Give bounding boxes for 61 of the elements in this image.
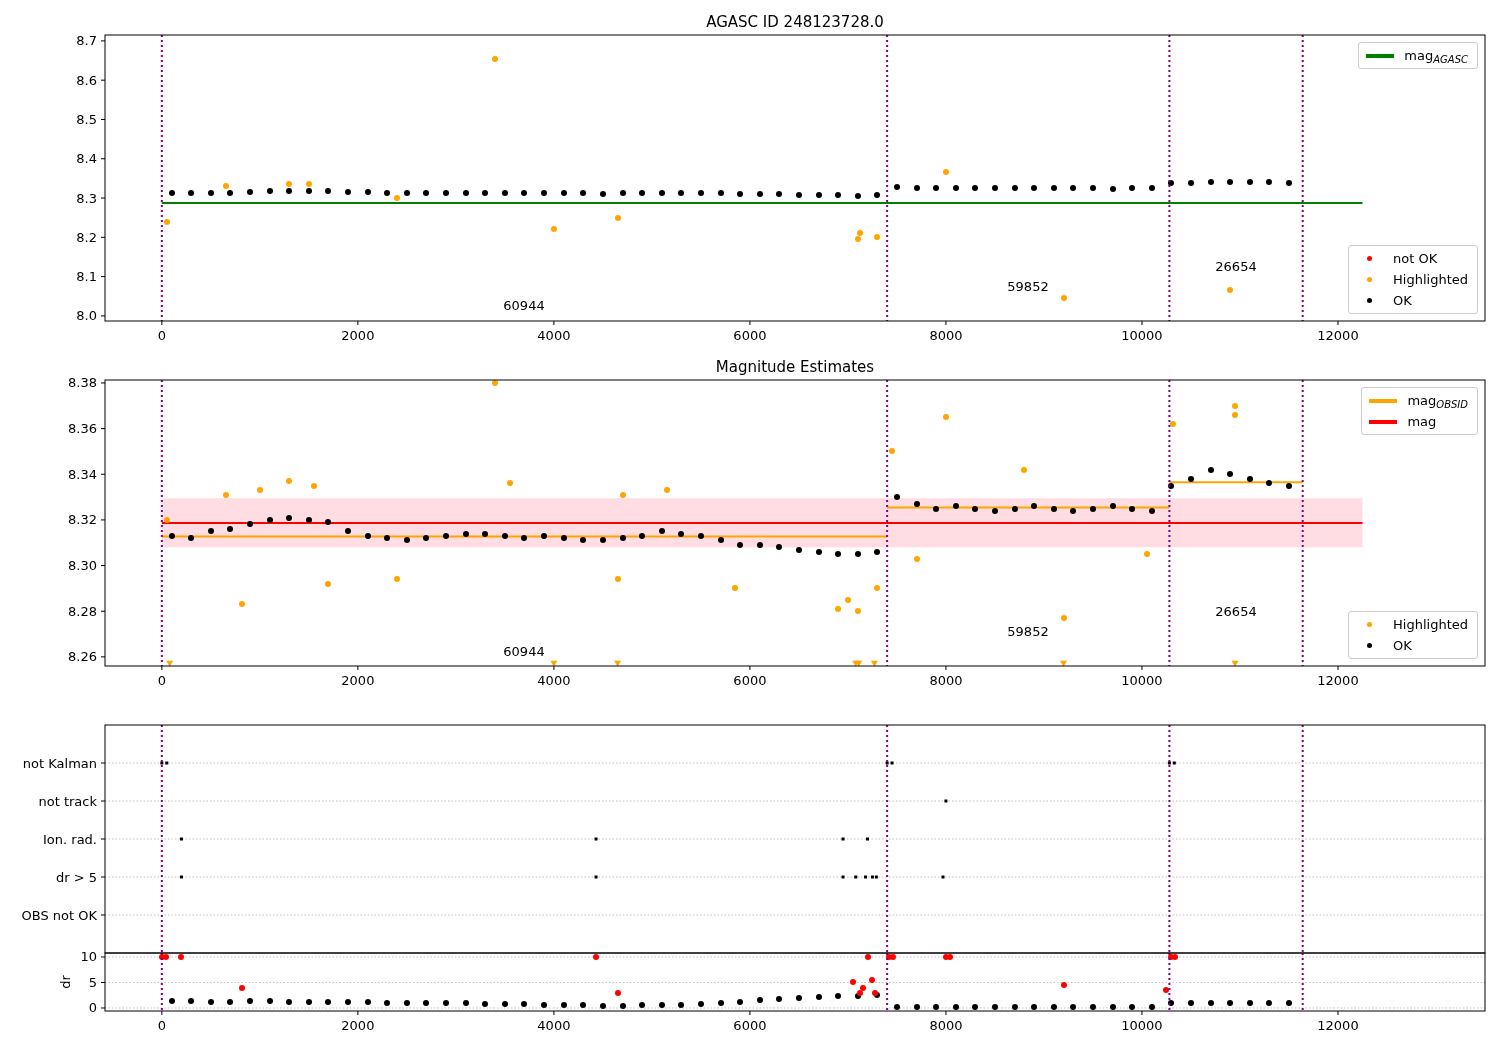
tick-label: 8.6 <box>76 72 97 88</box>
row-label: not track <box>38 793 97 809</box>
segment-label: 59852 <box>1007 279 1049 294</box>
tick-label: 8.36 <box>68 421 97 437</box>
chart-title: AGASC ID 248123728.0 <box>706 13 884 31</box>
tick-label: 10000 <box>1121 1018 1163 1033</box>
legend-label: Highlighted <box>1393 273 1469 286</box>
tick-label: 8000 <box>929 1018 963 1033</box>
tick-label: 0 <box>157 673 166 688</box>
tick-label: 2000 <box>341 328 375 343</box>
segment-label: 59852 <box>1007 624 1049 639</box>
tick-label: 4000 <box>537 673 571 688</box>
tick-label: 4000 <box>537 1018 571 1033</box>
tick-label: 8.0 <box>76 308 97 324</box>
tick-label: 2000 <box>341 673 375 688</box>
tick-label: 10000 <box>1121 328 1163 343</box>
legend-label: Highlighted <box>1393 618 1469 631</box>
legend-label: not OK <box>1393 252 1439 265</box>
tick-label: 0 <box>157 1018 166 1033</box>
tick-label: 0 <box>88 1000 97 1016</box>
legend-label: OK <box>1393 294 1413 307</box>
tick-label: 8.30 <box>68 558 97 574</box>
legend-label: mag <box>1407 415 1438 428</box>
tick-label: 8000 <box>929 328 963 343</box>
tick-label: 8.7 <box>76 33 97 49</box>
tick-label: 8.38 <box>68 375 97 391</box>
legend-label: mag$_{OBSID}$ <box>1407 394 1469 407</box>
tick-label: 8.2 <box>76 229 97 245</box>
segment-label: 26654 <box>1215 604 1257 619</box>
tick-label: 12000 <box>1317 1018 1359 1033</box>
tick-label: 5 <box>88 975 97 990</box>
row-label: not Kalman <box>22 755 97 771</box>
row-label: OBS not OK <box>21 907 97 923</box>
segment-label: 26654 <box>1215 259 1257 274</box>
tick-label: 8000 <box>929 673 963 688</box>
tick-label: 8.1 <box>76 269 97 285</box>
tick-label: 8.28 <box>68 603 97 619</box>
tick-label: 6000 <box>733 328 767 343</box>
tick-label: 12000 <box>1317 673 1359 688</box>
tick-label: 8.5 <box>76 111 97 127</box>
axis-label: dr <box>58 975 73 989</box>
row-label: dr > 5 <box>55 869 97 885</box>
tick-label: 6000 <box>733 1018 767 1033</box>
tick-label: 8.26 <box>68 649 97 665</box>
row-label: Ion. rad. <box>43 831 97 847</box>
legend-label: mag$_{AGASC}$ <box>1404 49 1469 62</box>
segment-label: 60944 <box>503 644 545 659</box>
tick-label: 8.4 <box>76 151 97 167</box>
tick-label: 10000 <box>1121 673 1163 688</box>
chart-title: Magnitude Estimates <box>715 358 875 376</box>
tick-label: 8.32 <box>68 512 97 528</box>
tick-label: 0 <box>157 328 166 343</box>
legend-label: OK <box>1393 639 1413 652</box>
tick-label: 12000 <box>1317 328 1359 343</box>
tick-label: 8.3 <box>76 190 97 206</box>
tick-label: 8.34 <box>68 466 97 482</box>
tick-label: 4000 <box>537 328 571 343</box>
tick-label: 10 <box>80 949 97 965</box>
tick-label: 2000 <box>341 1018 375 1033</box>
segment-label: 60944 <box>503 298 545 313</box>
tick-label: 6000 <box>733 673 767 688</box>
